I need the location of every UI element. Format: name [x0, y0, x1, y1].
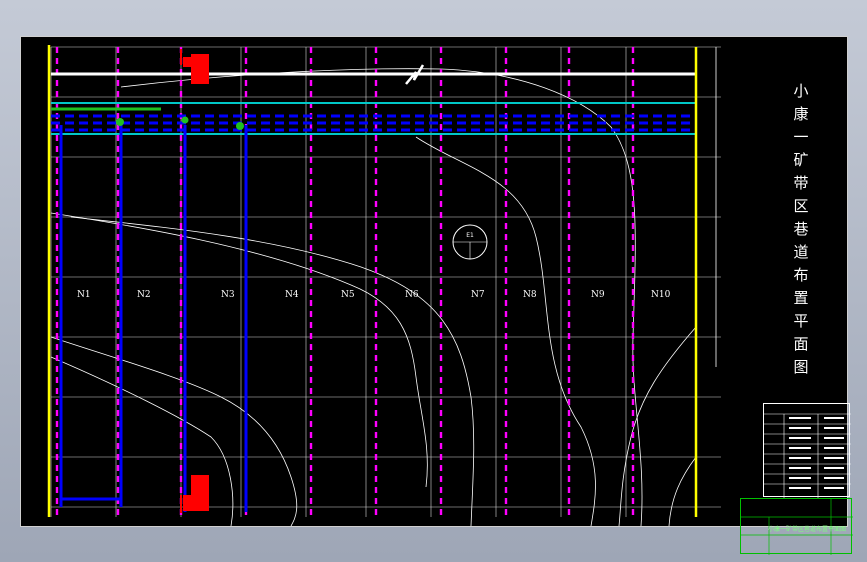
contour-line	[120, 68, 643, 526]
title-character: 道	[793, 243, 809, 261]
panel-label: N8	[523, 290, 537, 300]
contour-line	[70, 216, 475, 526]
title-character: 小	[793, 82, 809, 100]
title-character: 巷	[793, 220, 809, 238]
title-character: 面	[793, 335, 809, 353]
contour-line	[618, 326, 697, 526]
title-character: 一	[793, 128, 809, 146]
contour-line	[668, 456, 697, 526]
panel-label: N5	[341, 290, 355, 300]
drawing-frame: E1 N1 N2 N3 N4 N5 N6 N7 N8 N9 N10 小康一矿带区巷道布置平面图	[20, 36, 853, 555]
panel-label: N4	[285, 290, 299, 300]
borehole-symbol: E1	[452, 224, 488, 260]
panel-label: N3	[221, 290, 235, 300]
title-character: 置	[793, 289, 809, 307]
title-character: 图	[793, 358, 809, 376]
contour-line	[50, 212, 428, 488]
panel-label: N9	[591, 290, 605, 300]
panel-label: N2	[137, 290, 151, 300]
panel-label: N10	[651, 290, 671, 300]
title-character: 区	[793, 197, 809, 215]
panel-label: N1	[77, 290, 91, 300]
mine-plan-drawing: E1	[47, 45, 721, 526]
panel-label: N7	[471, 290, 485, 300]
roadways	[51, 64, 696, 512]
title-character: 矿	[793, 151, 809, 169]
title-character: 康	[793, 105, 809, 123]
title-character: 平	[793, 312, 809, 330]
panel-label: N6	[405, 290, 419, 300]
borehole-id: E1	[466, 232, 474, 239]
drawing-title: 小康一矿带区巷道布置平面图	[789, 80, 813, 379]
title-character: 布	[793, 266, 809, 284]
title-character: 带	[793, 174, 809, 192]
title-block-text: 小康一矿带区巷道布置平面图	[768, 526, 847, 533]
legend-table-lines	[764, 413, 851, 498]
legend-table	[763, 403, 851, 498]
